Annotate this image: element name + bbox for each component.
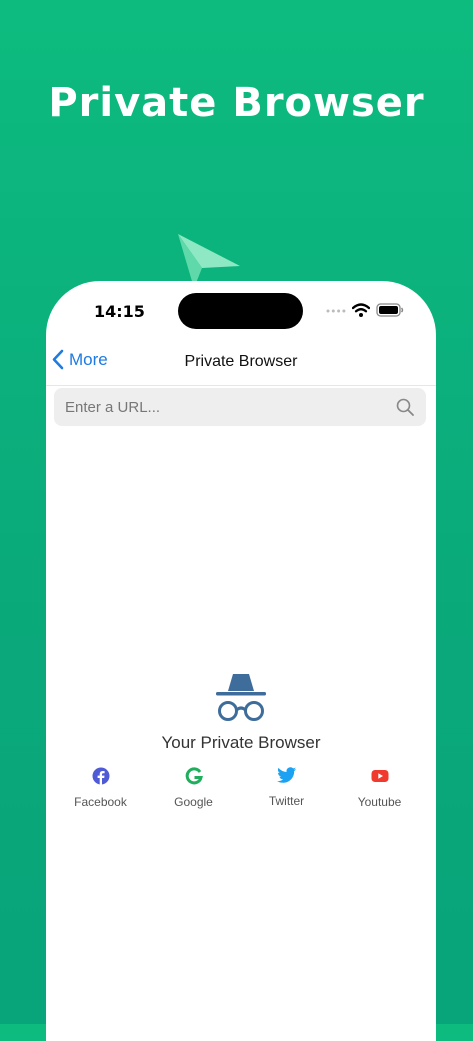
phone-screen: 14:15 More Private Browser Enter a URL..… bbox=[46, 281, 436, 1041]
url-input[interactable] bbox=[54, 398, 396, 416]
navigation-bar: More Private Browser bbox=[46, 341, 436, 386]
shortcut-google[interactable]: Google bbox=[147, 767, 240, 809]
status-bar: 14:15 bbox=[46, 281, 436, 341]
youtube-icon bbox=[371, 770, 388, 782]
shortcut-label: Youtube bbox=[357, 795, 402, 809]
shortcut-label: Facebook bbox=[74, 795, 127, 809]
signal-dots-icon bbox=[326, 309, 346, 313]
wifi-icon bbox=[352, 303, 370, 317]
nav-title: Private Browser bbox=[184, 353, 298, 370]
incognito-icon bbox=[214, 673, 268, 728]
shortcut-list: Facebook Google Twitter Youtube bbox=[54, 767, 428, 809]
shortcut-facebook[interactable]: Facebook bbox=[54, 767, 147, 809]
facebook-icon bbox=[92, 767, 109, 785]
url-search-bar[interactable] bbox=[54, 388, 426, 426]
shortcut-twitter[interactable]: Twitter bbox=[240, 767, 333, 809]
shortcut-label: Twitter bbox=[268, 794, 305, 808]
dynamic-island bbox=[178, 293, 303, 329]
battery-icon bbox=[376, 303, 404, 317]
search-icon[interactable] bbox=[396, 398, 414, 416]
twitter-icon bbox=[276, 767, 296, 783]
shortcut-label: Google bbox=[174, 795, 213, 809]
status-time: 14:15 bbox=[94, 302, 145, 321]
hero-title: Private Browser bbox=[48, 80, 425, 126]
private-browser-label: Your Private Browser bbox=[161, 733, 321, 752]
shortcut-youtube[interactable]: Youtube bbox=[333, 767, 426, 809]
google-icon bbox=[185, 767, 203, 785]
